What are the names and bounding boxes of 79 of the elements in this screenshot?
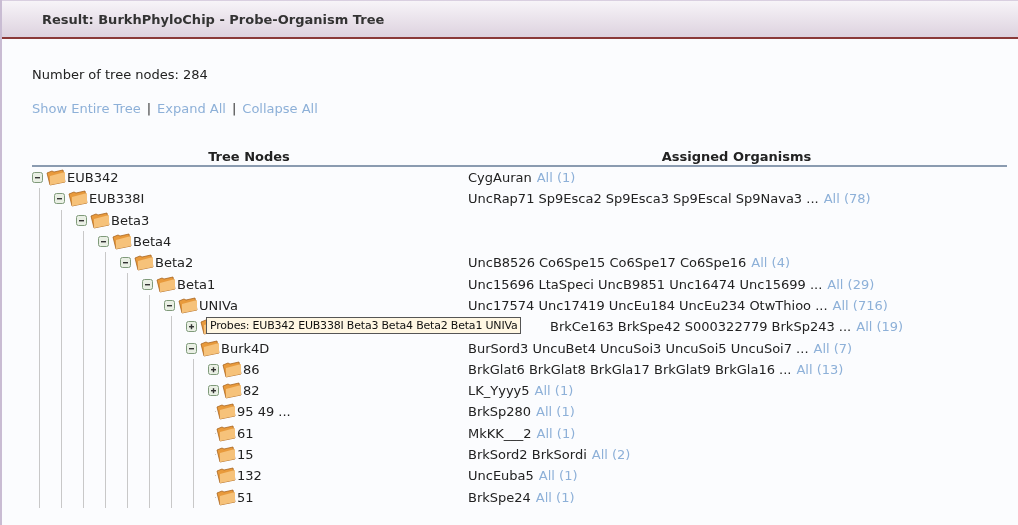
show-all-link[interactable]: All (1) [536,170,576,186]
tree-node-label[interactable]: EUB338I [89,191,145,207]
folder-icon [90,211,110,229]
folder-icon [216,467,236,485]
folder-icon [156,275,176,293]
node-count: Number of tree nodes: 284 [32,67,209,82]
show-all-link[interactable]: All (2) [591,447,631,462]
organism-list: BrkSpe24 [468,489,531,505]
folder-icon [216,446,236,463]
folder-icon [200,339,220,357]
organism-list: UncRap71 Sp9Esca2 Sp9Esca3 Sp9Escal Sp9Nava3 ... [468,191,819,207]
tree-action-link[interactable]: Expand All [157,101,226,116]
tree-action-link[interactable]: Collapse All [242,101,318,116]
collapse-toggle[interactable] [186,342,197,354]
show-all-link[interactable]: All (716) [832,297,888,313]
folder-icon [112,233,132,251]
tree-node-label[interactable]: UNIVa [199,297,238,313]
collapse-toggle[interactable] [164,299,175,311]
organism-list: BrkGlat6 BrkGlat8 BrkGla17 BrkGlat9 BrkGla16 ... [468,361,792,377]
organism-list: BrkCe163 BrkSpe42 S000322779 BrkSp243 ... [550,319,852,335]
folder-icon [216,424,236,442]
tree-node-label[interactable]: 95 49 ... [237,404,291,420]
folder-icon [178,296,198,314]
organism-list: CygAuran [468,170,532,186]
folder-icon [46,169,66,187]
tree-node-label[interactable]: 15 [237,447,254,462]
collapse-toggle[interactable] [120,257,131,269]
show-all-link[interactable]: All (19) [856,319,904,335]
tree-node-label[interactable]: 86 [243,361,260,377]
show-all-link[interactable]: All (29) [827,276,875,292]
organism-list: LK_Yyyy5 [468,383,530,399]
tree-node-label[interactable]: Beta1 [177,276,216,292]
show-all-link[interactable]: All (1) [534,383,574,399]
show-all-link[interactable]: All (13) [796,361,844,377]
organism-list: BrkSp280 [468,404,532,420]
organism-list: UncEuba5 [468,468,534,484]
column-header: Tree Nodes [207,149,291,164]
show-all-link[interactable]: All (4) [751,255,790,271]
show-all-link[interactable]: All (7) [813,340,853,356]
tree-node-label[interactable]: 51 [237,489,254,505]
show-all-link[interactable]: All (1) [536,425,576,441]
tooltip: Probes: EUB342 EUB338I Beta3 Beta4 Beta2 Beta1 UNIVa [206,317,522,334]
tree-node-label[interactable]: 132 [237,468,262,484]
expand-toggle[interactable] [208,385,219,397]
folder-icon [216,488,236,506]
expand-toggle[interactable] [208,363,219,375]
show-all-link[interactable]: All (1) [536,404,575,420]
tree-node-label[interactable]: 61 [237,425,254,441]
folder-icon [222,382,242,400]
separator: | [231,101,237,116]
organism-list: UncB8526 Co6Spe15 Co6Spe17 Co6Spe16 [468,255,747,271]
tree-node-label[interactable]: 82 [243,383,260,399]
tree-node-label[interactable]: EUB342 [67,170,119,186]
show-all-link[interactable]: All (1) [535,489,575,505]
organism-list: Unc17574 Unc17419 UncEu184 UncEu234 OtwThioo ... [468,297,828,313]
collapse-toggle[interactable] [32,172,43,184]
panel-title: Result: BurkhPhyloChip - Probe-Organism Tree [42,11,385,27]
show-all-link[interactable]: All (1) [538,468,578,484]
show-all-link[interactable]: All (78) [823,191,871,207]
folder-icon [68,190,88,208]
tree-node-label[interactable]: Beta2 [155,255,194,271]
collapse-toggle[interactable] [54,193,65,205]
organism-list: Unc15696 LtaSpeci UncB9851 Unc16474 Unc15699 ... [468,276,823,292]
organism-list: BrkSord2 BrkSordi [468,447,587,462]
collapse-toggle[interactable] [76,214,87,226]
collapse-toggle[interactable] [98,236,109,248]
organism-list: BurSord3 UncuBet4 UncuSoi3 UncuSoi5 UncuSoi7 ... [468,340,809,356]
tree-node-label[interactable]: Burk4D [221,340,270,356]
tree-node-label[interactable]: Beta3 [111,212,150,228]
column-header: Assigned Organisms [660,149,813,164]
expand-toggle[interactable] [186,321,197,333]
organism-list: MkKK___2 [468,425,532,441]
separator: | [146,101,152,116]
folder-icon [216,403,236,421]
tree-node-label[interactable]: Beta4 [133,234,172,250]
tree-action-link[interactable]: Show Entire Tree [32,101,141,116]
folder-icon [134,254,154,272]
folder-icon [222,360,242,378]
collapse-toggle[interactable] [142,278,153,290]
